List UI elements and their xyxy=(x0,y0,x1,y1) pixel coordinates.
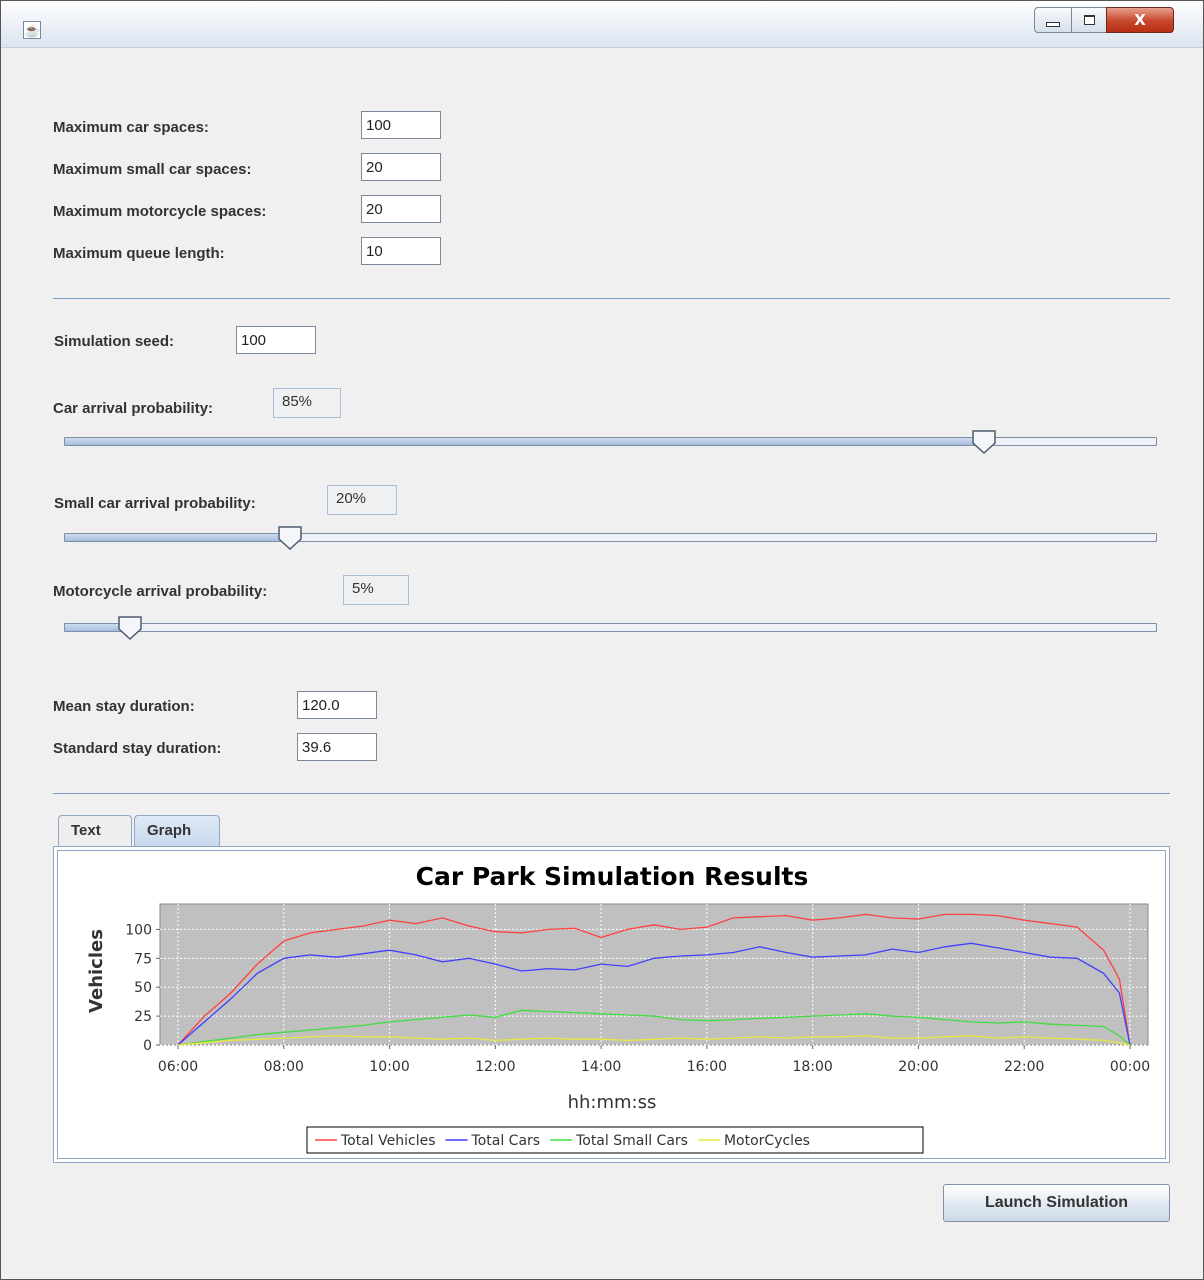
max-queue-length-input[interactable] xyxy=(361,237,441,265)
max-small-car-spaces-input[interactable] xyxy=(361,153,441,181)
results-chart: Car Park Simulation Results 0 25 50 75 100 06… xyxy=(86,862,1150,1154)
simulation-seed-label: Simulation seed: xyxy=(54,333,175,350)
max-motorcycle-spaces-input[interactable] xyxy=(361,195,441,223)
small-car-arrival-slider[interactable] xyxy=(64,533,1157,542)
y-tick-label: 75 xyxy=(134,951,152,967)
std-stay-input[interactable] xyxy=(297,733,377,761)
max-motorcycle-spaces-label: Maximum motorcycle spaces: xyxy=(53,203,267,220)
slider-fill xyxy=(65,438,985,445)
car-arrival-value: 85% xyxy=(273,388,341,418)
separator xyxy=(53,793,1170,794)
x-tick-label: 14:00 xyxy=(581,1059,621,1075)
maximize-button[interactable] xyxy=(1071,7,1107,33)
x-tick-label: 22:00 xyxy=(1004,1059,1044,1075)
motorcycle-arrival-value: 5% xyxy=(343,575,409,605)
slider-fill xyxy=(65,534,292,541)
mean-stay-input[interactable] xyxy=(297,691,377,719)
chart-legend: Total Vehicles Total Cars Total Small Cars… xyxy=(306,1126,924,1154)
tab-text[interactable]: Text xyxy=(58,815,132,847)
chart-title: Car Park Simulation Results xyxy=(416,862,809,891)
max-car-spaces-input[interactable] xyxy=(361,111,441,139)
small-car-arrival-value: 20% xyxy=(327,485,397,515)
small-car-arrival-slider-thumb[interactable] xyxy=(277,525,303,551)
x-tick-label: 08:00 xyxy=(264,1059,304,1075)
maximize-icon xyxy=(1083,15,1095,25)
small-car-arrival-label: Small car arrival probability: xyxy=(54,495,256,512)
car-arrival-slider-thumb[interactable] xyxy=(971,429,997,455)
application-window: ☕ X Maximum car spaces: Maximum small ca… xyxy=(0,0,1204,1280)
y-axis-label: Vehicles xyxy=(86,929,107,1013)
x-tick-label: 10:00 xyxy=(369,1059,409,1075)
close-button[interactable]: X xyxy=(1106,7,1174,33)
mean-stay-label: Mean stay duration: xyxy=(53,698,195,715)
x-tick-label: 00:00 xyxy=(1110,1059,1150,1075)
std-stay-label: Standard stay duration: xyxy=(53,740,222,757)
y-tick-label: 0 xyxy=(143,1038,152,1054)
title-bar[interactable]: ☕ X xyxy=(1,1,1203,48)
separator xyxy=(53,298,1170,299)
java-icon: ☕ xyxy=(23,21,41,39)
simulation-seed-input[interactable] xyxy=(236,326,316,354)
max-car-spaces-label: Maximum car spaces: xyxy=(53,119,209,136)
legend-label: Total Cars xyxy=(471,1133,541,1149)
x-tick-label: 16:00 xyxy=(687,1059,727,1075)
max-queue-length-label: Maximum queue length: xyxy=(53,245,225,262)
x-tick-label: 18:00 xyxy=(792,1059,832,1075)
motorcycle-arrival-slider[interactable] xyxy=(64,623,1157,632)
motorcycle-arrival-slider-thumb[interactable] xyxy=(117,615,143,641)
car-arrival-label: Car arrival probability: xyxy=(53,400,214,417)
x-tick-label: 20:00 xyxy=(898,1059,938,1075)
graph-panel: Car Park Simulation Results 0 25 50 75 100 06… xyxy=(53,846,1170,1163)
graph-panel-inner: Car Park Simulation Results 0 25 50 75 100 06… xyxy=(57,850,1166,1159)
launch-simulation-button[interactable]: Launch Simulation xyxy=(943,1184,1170,1222)
y-tick-label: 100 xyxy=(125,922,152,938)
tab-graph[interactable]: Graph xyxy=(134,815,220,847)
minimize-icon xyxy=(1046,21,1060,27)
legend-label: Total Vehicles xyxy=(340,1133,436,1149)
x-tick-label: 06:00 xyxy=(158,1059,198,1075)
y-tick-label: 50 xyxy=(134,980,152,996)
x-tick-label: 12:00 xyxy=(475,1059,515,1075)
close-icon: X xyxy=(1134,11,1146,29)
legend-label: Total Small Cars xyxy=(575,1133,688,1149)
motorcycle-arrival-label: Motorcycle arrival probability: xyxy=(53,583,268,600)
max-small-car-spaces-label: Maximum small car spaces: xyxy=(53,161,252,178)
legend-label: MotorCycles xyxy=(724,1133,810,1149)
minimize-button[interactable] xyxy=(1034,7,1072,33)
x-axis-label: hh:mm:ss xyxy=(568,1092,657,1113)
y-tick-label: 25 xyxy=(134,1009,152,1025)
